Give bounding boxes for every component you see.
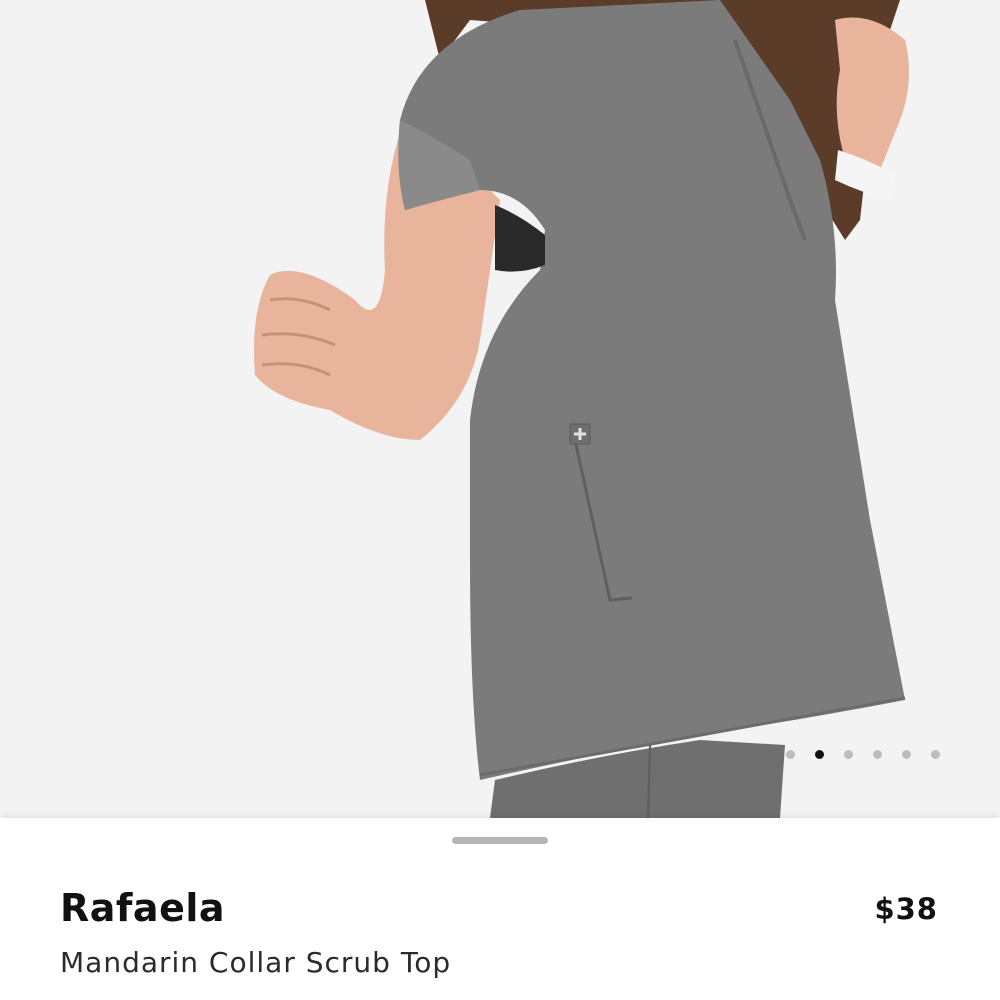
product-subtitle: Mandarin Collar Scrub Top bbox=[60, 946, 452, 979]
pagination-dot[interactable] bbox=[844, 750, 853, 759]
product-price: $38 bbox=[874, 892, 938, 926]
pagination-dot[interactable] bbox=[786, 750, 795, 759]
product-name: Rafaela bbox=[60, 886, 226, 930]
sheet-drag-handle[interactable] bbox=[452, 837, 548, 844]
product-detail-screen: Rafaela $38 Mandarin Collar Scrub Top bbox=[0, 0, 1000, 1000]
pagination-dot[interactable] bbox=[873, 750, 882, 759]
product-photo bbox=[254, 0, 909, 818]
pagination-dot-active[interactable] bbox=[815, 750, 824, 759]
gallery-pagination[interactable] bbox=[786, 750, 940, 759]
pagination-dot[interactable] bbox=[931, 750, 940, 759]
product-info-sheet[interactable]: Rafaela $38 Mandarin Collar Scrub Top bbox=[0, 818, 1000, 1000]
product-image-gallery[interactable] bbox=[0, 0, 1000, 818]
pagination-dot[interactable] bbox=[902, 750, 911, 759]
